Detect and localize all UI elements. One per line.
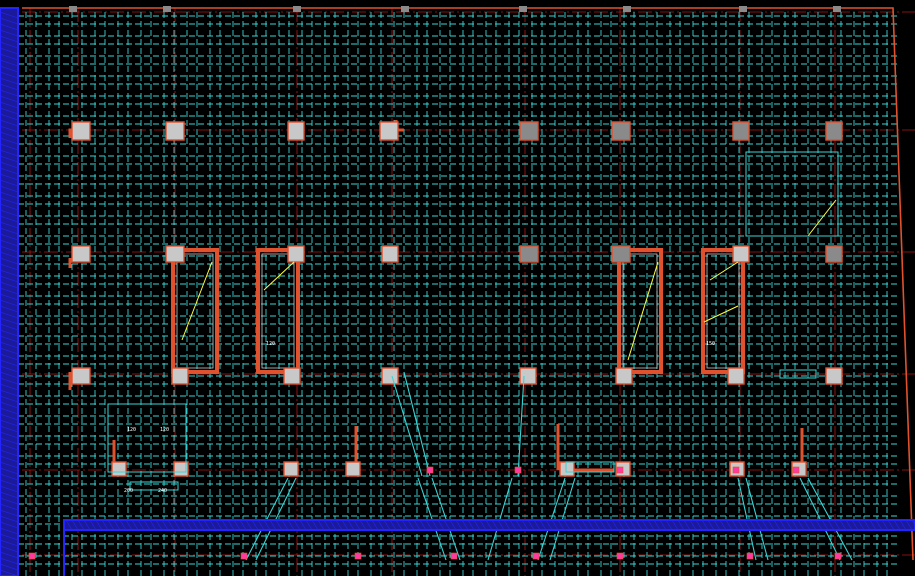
column-symbol <box>71 367 91 385</box>
column-symbol <box>345 461 361 477</box>
column-symbol <box>71 121 91 141</box>
core-wall <box>256 248 300 374</box>
dimension-label: 120 <box>160 427 169 433</box>
axis-bubble-top <box>401 6 409 12</box>
column-symbol <box>71 245 91 263</box>
column-symbol <box>165 121 185 141</box>
columns-group <box>71 121 843 477</box>
column-symbol <box>283 461 299 477</box>
cad-drawing-canvas[interactable]: 200 240 120 120 120 150 <box>0 0 915 576</box>
column-symbol <box>379 121 399 141</box>
dimension-label: 150 <box>706 341 715 347</box>
column-symbol <box>732 121 750 141</box>
node-marker <box>240 552 248 560</box>
node-marker <box>450 552 458 560</box>
column-symbol <box>732 245 750 263</box>
column-symbol <box>559 461 575 477</box>
core-wall <box>701 248 745 374</box>
annotation-line <box>627 261 659 361</box>
column-symbol <box>519 367 537 385</box>
column-symbol <box>615 367 633 385</box>
axis-bubble-top <box>739 6 747 12</box>
column-symbol <box>381 245 399 263</box>
column-symbol <box>611 121 631 141</box>
node-marker <box>514 466 522 474</box>
axis-bubble-top <box>69 6 77 12</box>
dimension-label: 200 <box>124 488 133 494</box>
column-symbol <box>519 121 539 141</box>
axis-bubble-top <box>519 6 527 12</box>
axis-lines-group <box>0 8 915 576</box>
column-symbol <box>825 245 843 263</box>
annotation-frame <box>129 481 179 491</box>
node-marker <box>354 552 362 560</box>
axis-bubble-top <box>623 6 631 12</box>
axis-bubble-top <box>163 6 171 12</box>
dimension-label: 120 <box>127 427 136 433</box>
column-symbol <box>727 367 745 385</box>
structural-plan-svg: 200 240 120 120 120 150 <box>0 6 915 576</box>
column-symbol <box>825 367 843 385</box>
column-symbol <box>283 367 301 385</box>
bottom-boundary-band <box>63 519 915 531</box>
annotation-line <box>703 305 739 323</box>
node-marker <box>28 552 36 560</box>
annotations-group <box>28 6 853 561</box>
axis-bubble-top <box>833 6 841 12</box>
node-marker <box>616 466 624 474</box>
grid-lines-group <box>0 12 900 576</box>
column-symbol <box>165 245 185 263</box>
boundary-group <box>0 7 915 576</box>
axis-bubble-top <box>293 6 301 12</box>
column-symbol <box>287 121 305 141</box>
column-symbol <box>171 367 189 385</box>
node-marker <box>746 552 754 560</box>
column-symbol <box>611 245 631 263</box>
dimension-label: 240 <box>158 488 167 494</box>
core-wall-inner <box>176 253 214 369</box>
node-marker <box>426 466 434 474</box>
column-symbol <box>381 367 399 385</box>
node-marker <box>834 552 842 560</box>
column-symbol <box>287 245 305 263</box>
column-symbol <box>825 121 843 141</box>
annotation-line <box>709 261 739 281</box>
node-marker <box>732 466 740 474</box>
dimension-label: 120 <box>266 341 275 347</box>
column-symbol <box>519 245 539 263</box>
column-symbol <box>111 461 127 477</box>
node-marker <box>532 552 540 560</box>
node-marker <box>792 466 800 474</box>
node-marker <box>616 552 624 560</box>
core-wall-inner <box>622 253 658 369</box>
annotation-line <box>807 199 837 237</box>
core-wall <box>617 248 663 374</box>
annotation-frame <box>745 151 839 237</box>
